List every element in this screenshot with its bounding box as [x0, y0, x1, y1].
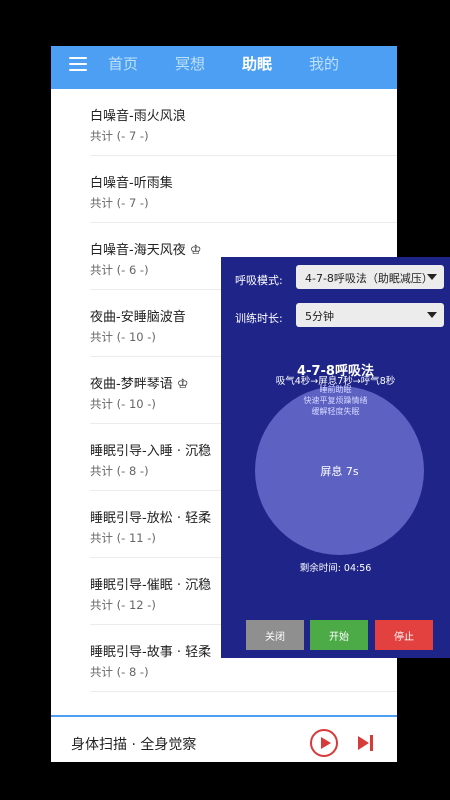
top-nav-bar: 首页 冥想 助眠 我的: [51, 46, 397, 89]
list-item[interactable]: 白噪音-雨火风浪 共计 (- 7 -): [90, 89, 397, 156]
tab-sleep[interactable]: 助眠: [242, 53, 272, 74]
play-icon[interactable]: [310, 729, 338, 757]
chevron-down-icon: [427, 312, 437, 318]
item-count: 共计 (- 12 -): [90, 598, 156, 612]
duration-label: 训练时长:: [235, 312, 283, 325]
duration-select[interactable]: 5分钟: [296, 303, 444, 327]
start-button[interactable]: 开始: [310, 620, 368, 650]
item-count: 共计 (- 10 -): [90, 397, 156, 411]
item-title: 睡眠引导-催眠 · 沉稳: [90, 578, 212, 593]
item-count: 共计 (- 8 -): [90, 464, 149, 478]
breathing-phase: 屏息 7s: [320, 465, 359, 478]
benefit-line: 缓解轻度失眠: [311, 407, 360, 416]
item-title: 睡眠引导-入睡 · 沉稳: [90, 444, 212, 459]
item-title: 睡眠引导-故事 · 轻柔: [90, 645, 212, 660]
item-count: 共计 (- 7 -): [90, 196, 149, 210]
close-button[interactable]: 关闭: [246, 620, 304, 650]
item-title: 睡眠引导-放松 · 轻柔: [90, 511, 212, 526]
item-count: 共计 (- 8 -): [90, 665, 149, 679]
item-title: 白噪音-听雨集: [90, 176, 173, 191]
tab-home[interactable]: 首页: [108, 53, 138, 74]
now-playing-title: 身体扫描 · 全身觉察: [71, 737, 197, 753]
breathing-mode-label: 呼吸模式:: [235, 274, 283, 287]
list-item[interactable]: 白噪音-听雨集 共计 (- 7 -): [90, 156, 397, 223]
benefit-line: 快速平复烦躁情绪: [303, 396, 368, 405]
chevron-down-icon: [427, 274, 437, 280]
item-title: 白噪音-雨火风浪: [90, 109, 186, 124]
breathing-mode-value: 4-7-8呼吸法（助眠减压）: [305, 272, 433, 285]
breathing-training-panel: 呼吸模式: 4-7-8呼吸法（助眠减压） 训练时长: 5分钟 4-7-8呼吸法 …: [221, 257, 450, 658]
item-count: 共计 (- 6 -): [90, 263, 149, 277]
now-playing-bar: 身体扫描 · 全身觉察: [51, 715, 397, 762]
menu-icon[interactable]: [69, 54, 89, 74]
item-title: 夜曲-梦畔琴语 ♔: [90, 377, 189, 392]
item-title: 夜曲-安睡脑波音: [90, 310, 186, 325]
remaining-time: 剩余时间: 04:56: [299, 563, 372, 574]
skip-next-icon[interactable]: [358, 734, 376, 752]
tab-mine[interactable]: 我的: [309, 53, 339, 74]
item-count: 共计 (- 11 -): [90, 531, 156, 545]
duration-value: 5分钟: [305, 310, 334, 323]
item-title: 白噪音-海天风夜 ♔: [90, 243, 202, 258]
breathing-mode-select[interactable]: 4-7-8呼吸法（助眠减压）: [296, 265, 444, 289]
item-count: 共计 (- 10 -): [90, 330, 156, 344]
stop-button[interactable]: 停止: [375, 620, 433, 650]
benefit-line: 睡前助眠: [319, 385, 352, 394]
tab-meditation[interactable]: 冥想: [175, 53, 205, 74]
item-count: 共计 (- 7 -): [90, 129, 149, 143]
